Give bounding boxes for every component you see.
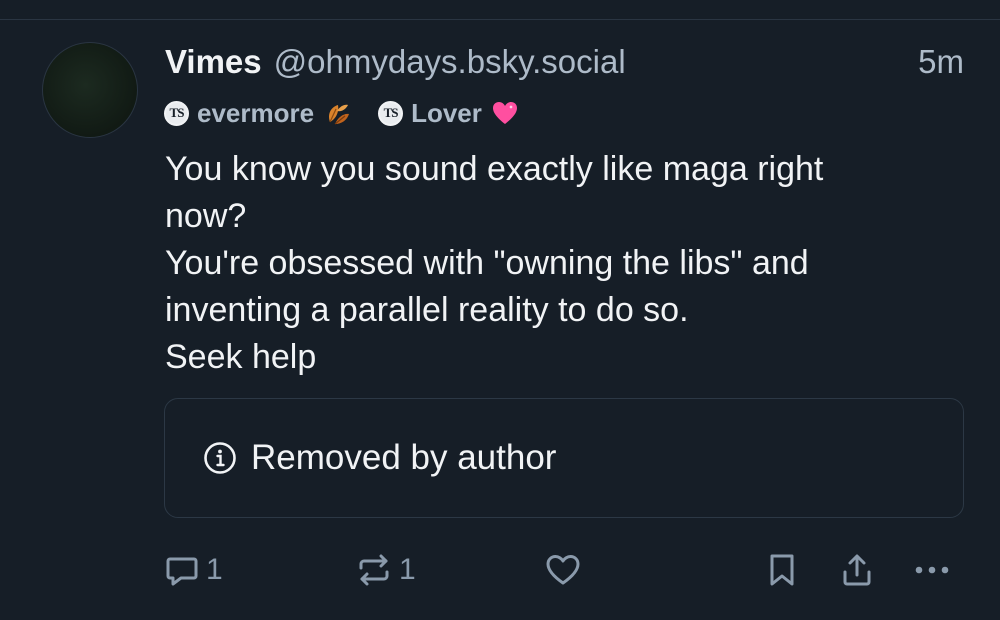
author-display-name[interactable]: Vimes: [165, 43, 262, 81]
post-timestamp[interactable]: 5m: [918, 40, 964, 84]
removed-embed-card[interactable]: Removed by author: [164, 398, 964, 518]
post-text-line: You're obsessed with "owning the libs" a…: [165, 244, 809, 282]
post-text-line: inventing a parallel reality to do so.: [165, 291, 689, 329]
ts-logo-icon: TS: [164, 100, 189, 126]
badge-label: Lover: [411, 97, 482, 128]
top-divider: [0, 19, 1000, 20]
removed-by-author-text: Removed by author: [251, 438, 557, 477]
repost-icon: [359, 554, 389, 586]
reply-icon: [166, 557, 198, 586]
post-header: Vimes @ohmydays.bsky.social: [165, 40, 626, 84]
pink-heart-icon: [490, 98, 520, 128]
avatar[interactable]: [42, 42, 138, 138]
more-options-button[interactable]: [912, 545, 952, 595]
repost-count: 1: [399, 553, 416, 586]
like-button[interactable]: [545, 545, 581, 595]
profile-badges: TS evermore TS Lover: [164, 96, 546, 130]
repost-button[interactable]: 1: [355, 545, 416, 595]
author-handle[interactable]: @ohmydays.bsky.social: [274, 43, 626, 81]
bookmark-button[interactable]: [766, 545, 798, 595]
post-body: You know you sound exactly like maga rig…: [165, 146, 955, 381]
badge-evermore: TS evermore: [164, 98, 352, 129]
post-actions: 1 1: [0, 545, 1000, 595]
bookmark-icon: [770, 554, 794, 586]
heart-icon: [546, 555, 580, 585]
share-button[interactable]: [839, 545, 875, 595]
ts-logo-icon: TS: [378, 100, 404, 126]
more-options-icon: [915, 566, 949, 574]
share-icon: [843, 554, 871, 586]
post-text-line: You know you sound exactly like maga rig…: [165, 150, 824, 188]
post-page: Vimes @ohmydays.bsky.social 5m TS evermo…: [0, 0, 1000, 620]
post-text-line: now?: [165, 197, 247, 235]
info-icon: [203, 441, 237, 475]
badge-lover: TS Lover: [378, 98, 520, 129]
autumn-leaves-icon: [322, 98, 352, 128]
post-text-line: Seek help: [165, 338, 317, 376]
reply-button[interactable]: 1: [164, 545, 223, 595]
reply-count: 1: [206, 553, 223, 586]
badge-label: evermore: [197, 97, 315, 128]
